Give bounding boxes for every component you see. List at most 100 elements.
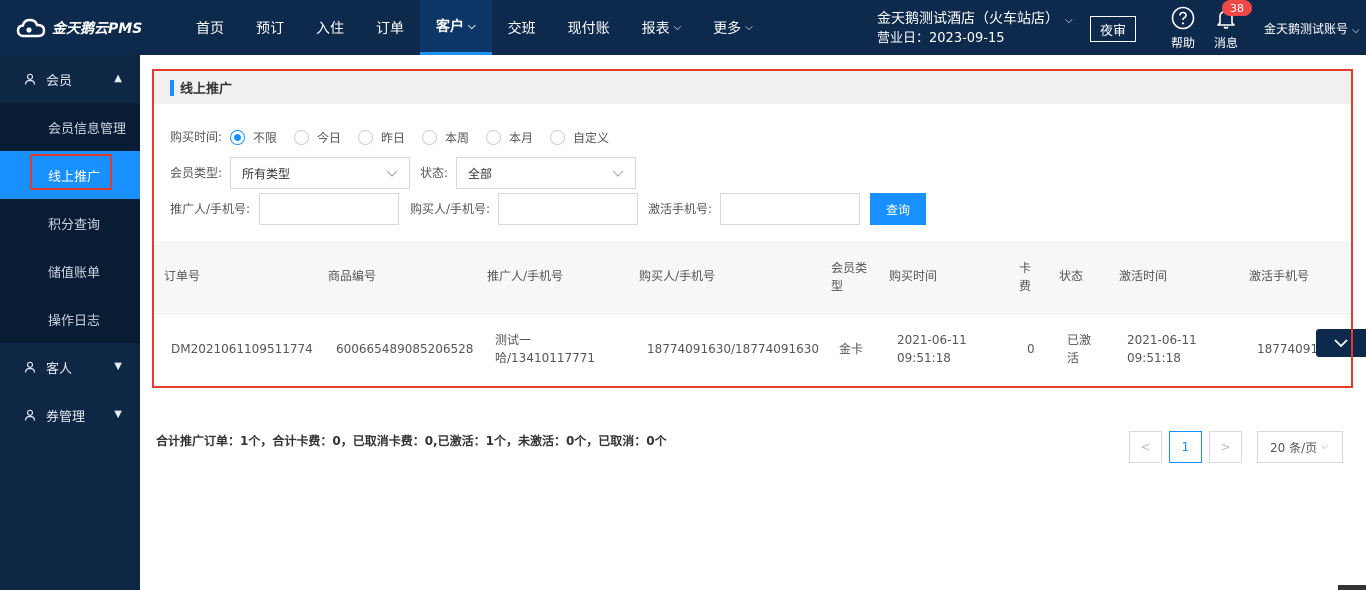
- panel-title: 线上推广: [180, 82, 233, 97]
- next-page-button[interactable]: >: [1209, 431, 1242, 463]
- nav-label: 现付账: [567, 20, 610, 37]
- nav-reports[interactable]: 报表 ⌵: [626, 0, 698, 55]
- app-logo[interactable]: 金天鹅云PMS: [16, 16, 142, 40]
- status-label: 状态:: [420, 166, 449, 180]
- nav-checkin[interactable]: 入住: [300, 0, 360, 55]
- member-type-value: 所有类型: [242, 166, 291, 181]
- sidebar-item-label: 操作日志: [48, 313, 101, 329]
- cell-purchase-clock: 09:51:18: [897, 351, 951, 365]
- corner-edge: [1338, 585, 1366, 590]
- chevron-down-icon: ⌵: [1065, 15, 1073, 26]
- cell-promoter: 测试一 哈/13410117771: [495, 331, 595, 367]
- highlight-box: [30, 154, 112, 190]
- sidebar-group-label: 会员: [46, 73, 73, 89]
- sidebar-item-points-query[interactable]: 积分查询: [0, 199, 140, 247]
- radio-unlimited[interactable]: 不限: [230, 129, 277, 146]
- col-order-no: 订单号: [164, 269, 201, 283]
- sidebar-item-label: 储值账单: [48, 265, 101, 281]
- cell-activation-clock: 09:51:18: [1127, 351, 1181, 365]
- nav-more[interactable]: 更多 ⌵: [697, 0, 769, 55]
- col-card-fee-line: 卡: [1019, 261, 1032, 275]
- radio-dot: [422, 130, 437, 145]
- chevron-down-icon: [1334, 339, 1348, 348]
- hotel-switcher[interactable]: 金天鹅测试酒店（火车站店） ⌵ 营业日：2023-09-15: [877, 10, 1073, 48]
- radio-custom[interactable]: 自定义: [550, 129, 609, 146]
- radio-this-week[interactable]: 本周: [422, 129, 469, 146]
- col-buyer: 购买人/手机号: [639, 269, 716, 283]
- prev-page-button[interactable]: <: [1129, 431, 1162, 463]
- nav-shift[interactable]: 交班: [492, 0, 552, 55]
- nav-orders[interactable]: 订单: [360, 0, 420, 55]
- cell-promoter-line: 哈/13410117771: [495, 351, 596, 365]
- nav-cash-account[interactable]: 现付账: [552, 0, 626, 55]
- night-audit-button[interactable]: 夜审: [1090, 16, 1136, 42]
- query-button[interactable]: 查询: [870, 193, 926, 225]
- message-count-badge: 38: [1222, 0, 1252, 16]
- expand-button[interactable]: [1316, 329, 1366, 357]
- col-member-type-line: 型: [831, 279, 844, 293]
- cell-buyer: 18774091630/18774091630: [647, 342, 820, 356]
- col-product-no: 商品编号: [328, 269, 377, 283]
- nav-label: 交班: [507, 20, 536, 37]
- cell-activation-date: 2021-06-11: [1127, 333, 1197, 347]
- radio-label: 昨日: [381, 131, 406, 145]
- chevron-down-icon: ▼: [114, 361, 122, 372]
- nav-customers[interactable]: 客户 ⌵: [420, 0, 492, 55]
- chevron-down-icon: ⌵: [1321, 442, 1328, 452]
- status-value: 全部: [468, 166, 493, 181]
- sidebar-group-coupon[interactable]: 券管理 ▼: [0, 391, 140, 439]
- main-nav: 首页 预订 入住 订单 客户 ⌵ 交班 现付账 报表 ⌵ 更多 ⌵: [180, 0, 769, 55]
- page-button[interactable]: 1: [1169, 431, 1202, 463]
- help-icon: [1171, 6, 1195, 30]
- radio-yesterday[interactable]: 昨日: [358, 129, 405, 146]
- nav-label: 首页: [196, 20, 224, 37]
- hotel-name: 金天鹅测试酒店（火车站店）: [877, 11, 1059, 27]
- table-row[interactable]: DM2021061109511774 600665489085206528 测试…: [154, 313, 1351, 383]
- chevron-down-icon: ⌵: [673, 22, 682, 33]
- cell-activation-time: 2021-06-11 09:51:18: [1127, 331, 1197, 367]
- chevron-up-icon: ▲: [114, 73, 122, 84]
- radio-this-month[interactable]: 本月: [486, 129, 533, 146]
- member-type-select[interactable]: 所有类型: [230, 157, 410, 189]
- col-purchase-time: 购买时间: [889, 269, 938, 283]
- cell-activation-phone: 1877409163: [1257, 342, 1317, 356]
- nav-home[interactable]: 首页: [180, 0, 240, 55]
- account-menu[interactable]: 金天鹅测试账号 ⌵: [1264, 20, 1360, 37]
- accent-bar: [170, 79, 174, 96]
- promoter-input[interactable]: [259, 193, 399, 225]
- sidebar-group-member[interactable]: 会员 ▲: [0, 55, 140, 103]
- radio-label: 自定义: [573, 131, 610, 145]
- cell-member-type: 金卡: [839, 342, 864, 356]
- col-card-fee: 卡 费: [1019, 259, 1031, 295]
- help-label: 帮助: [1170, 36, 1195, 50]
- cell-promoter-line: 测试一: [495, 333, 532, 347]
- activation-phone-input[interactable]: [720, 193, 860, 225]
- sidebar-item-member-info[interactable]: 会员信息管理: [0, 103, 140, 151]
- panel-header: 线上推广: [154, 71, 1351, 104]
- radio-today[interactable]: 今日: [294, 129, 341, 146]
- sidebar-item-online-promotion[interactable]: 线上推广: [0, 151, 140, 199]
- sidebar-item-operation-log[interactable]: 操作日志: [0, 295, 140, 343]
- sidebar-group-guest[interactable]: 客人 ▼: [0, 343, 140, 391]
- account-name: 金天鹅测试账号: [1264, 22, 1349, 36]
- nav-reservation[interactable]: 预订: [240, 0, 300, 55]
- page-size-select[interactable]: 20 条/页 ⌵: [1257, 431, 1343, 463]
- activation-phone-label: 激活手机号:: [648, 202, 713, 216]
- chevron-left-icon: <: [1140, 440, 1151, 454]
- sidebar-group-label: 客人: [46, 361, 73, 377]
- cell-status-line: 已激: [1067, 333, 1092, 347]
- buyer-input[interactable]: [498, 193, 638, 225]
- cell-card-fee: 0: [1027, 342, 1035, 356]
- nav-label: 报表: [641, 20, 670, 37]
- cell-order-no: DM2021061109511774: [171, 342, 313, 356]
- user-icon: [24, 73, 36, 85]
- sidebar-item-stored-value-bill[interactable]: 储值账单: [0, 247, 140, 295]
- nav-label: 预订: [256, 20, 284, 37]
- status-select[interactable]: 全部: [456, 157, 636, 189]
- cloud-logo-icon: [16, 18, 46, 38]
- nav-label: 订单: [376, 20, 404, 37]
- nav-label: 入住: [316, 20, 344, 37]
- chevron-down-icon: ⌵: [468, 20, 476, 32]
- radio-dot: [550, 130, 565, 145]
- help-button[interactable]: 帮助: [1168, 6, 1198, 51]
